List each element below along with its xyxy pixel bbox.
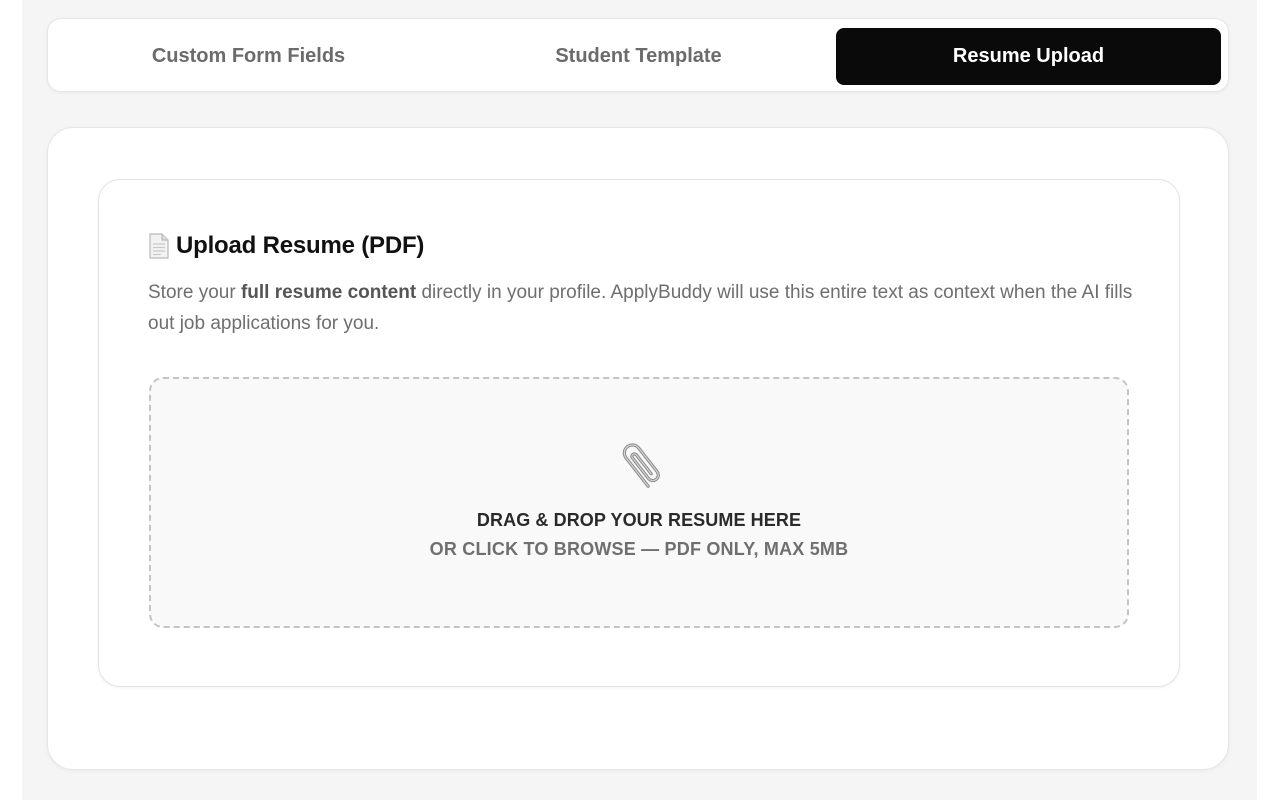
- upload-resume-card: Upload Resume (PDF) Store your full resu…: [98, 179, 1180, 687]
- description-prefix: Store your: [148, 282, 241, 303]
- document-icon: [148, 233, 170, 259]
- dropzone-title: DRAG & DROP YOUR RESUME HERE: [476, 510, 802, 530]
- content-panel: Upload Resume (PDF) Store your full resu…: [47, 127, 1229, 770]
- page-background: Custom Form Fields Student Template Resu…: [22, 0, 1257, 800]
- tab-bar: Custom Form Fields Student Template Resu…: [47, 18, 1229, 92]
- description-emphasis: full resume content: [240, 282, 417, 303]
- resume-dropzone[interactable]: DRAG & DROP YOUR RESUME HERE OR CLICK TO…: [149, 377, 1129, 628]
- section-heading: Upload Resume (PDF): [148, 232, 424, 260]
- tab-custom-form-fields[interactable]: Custom Form Fields: [56, 28, 441, 85]
- tab-student-template[interactable]: Student Template: [446, 28, 831, 85]
- tab-resume-upload[interactable]: Resume Upload: [836, 28, 1221, 85]
- section-title: Upload Resume (PDF): [176, 232, 425, 259]
- paperclip-icon: [612, 437, 668, 495]
- dropzone-subtitle: OR CLICK TO BROWSE — PDF ONLY, MAX 5MB: [429, 539, 849, 559]
- section-description: Store your full resume content directly …: [148, 277, 1148, 339]
